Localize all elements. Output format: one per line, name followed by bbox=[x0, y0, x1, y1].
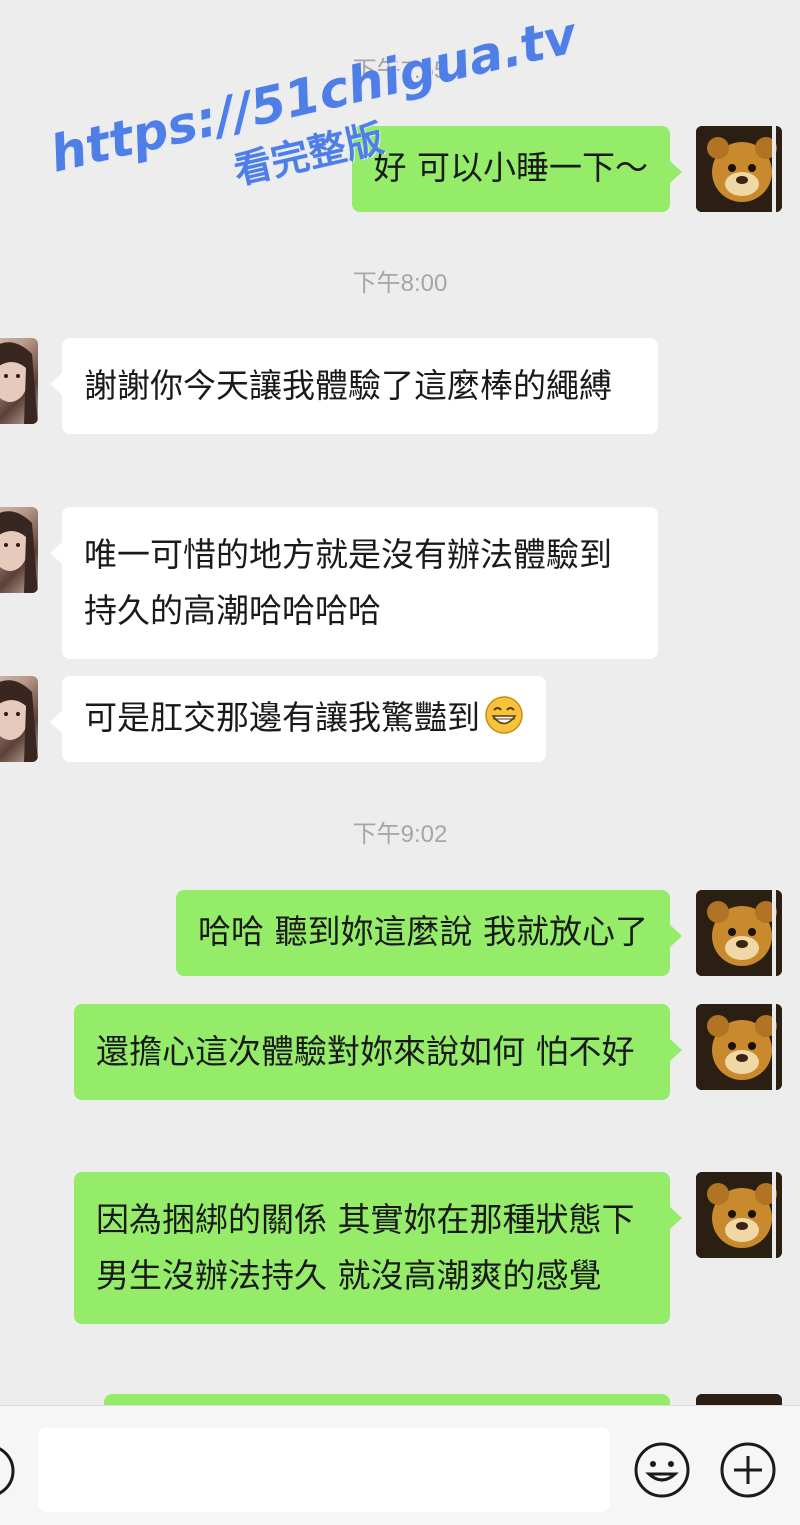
chat-area[interactable]: 下午7:55 好 可以小睡一下～ 下午8:00 謝謝你今天讓我體驗了這麼棒的繩縛 bbox=[0, 0, 800, 1405]
my-avatar[interactable] bbox=[696, 1394, 782, 1405]
timestamp: 下午7:55 bbox=[352, 57, 448, 84]
bear-avatar-icon bbox=[696, 1172, 782, 1258]
bear-avatar-icon bbox=[696, 890, 782, 976]
my-avatar[interactable] bbox=[696, 890, 782, 976]
message-bubble-outgoing[interactable]: 好 可以小睡一下～ bbox=[351, 126, 682, 212]
plus-icon[interactable] bbox=[718, 1440, 778, 1500]
input-toolbar bbox=[0, 1405, 800, 1525]
girl-avatar-icon bbox=[0, 511, 38, 593]
message-input[interactable] bbox=[38, 1428, 610, 1512]
message-bubble-incoming[interactable]: 可是肛交那邊有讓我驚豔到 bbox=[50, 676, 546, 762]
grin-emoji-icon bbox=[485, 696, 523, 734]
girl-avatar-icon bbox=[0, 680, 38, 762]
my-avatar[interactable] bbox=[696, 126, 782, 212]
message-text: 可是肛交那邊有讓我驚豔到 bbox=[84, 698, 480, 737]
message-bubble-outgoing[interactable]: 還擔心這次體驗對妳來說如何 怕不好 bbox=[74, 1004, 682, 1100]
my-avatar[interactable] bbox=[696, 1004, 782, 1090]
message-bubble-outgoing[interactable]: 因為捆綁的關係 其實妳在那種狀態下 男生沒辦法持久 就沒高潮爽的感覺 bbox=[74, 1172, 682, 1324]
message-bubble-incoming[interactable]: 謝謝你今天讓我體驗了這麼棒的繩縛 bbox=[50, 338, 658, 434]
contact-avatar[interactable] bbox=[0, 676, 38, 762]
contact-avatar[interactable] bbox=[0, 338, 38, 424]
bear-avatar-icon bbox=[696, 1004, 782, 1090]
my-avatar[interactable] bbox=[696, 1172, 782, 1258]
bear-avatar-icon bbox=[696, 126, 782, 212]
girl-avatar-icon bbox=[0, 342, 38, 424]
voice-icon[interactable] bbox=[0, 1443, 16, 1499]
message-bubble-outgoing-partial[interactable] bbox=[104, 1394, 670, 1405]
bear-avatar-icon bbox=[696, 1394, 782, 1405]
contact-avatar[interactable] bbox=[0, 507, 38, 593]
emoji-icon[interactable] bbox=[632, 1440, 692, 1500]
timestamp: 下午9:02 bbox=[352, 821, 448, 848]
timestamp: 下午8:00 bbox=[352, 270, 448, 297]
message-bubble-incoming[interactable]: 唯一可惜的地方就是沒有辦法體驗到持久的高潮哈哈哈哈 bbox=[50, 507, 658, 659]
message-bubble-outgoing[interactable]: 哈哈 聽到妳這麼說 我就放心了 bbox=[176, 890, 682, 976]
